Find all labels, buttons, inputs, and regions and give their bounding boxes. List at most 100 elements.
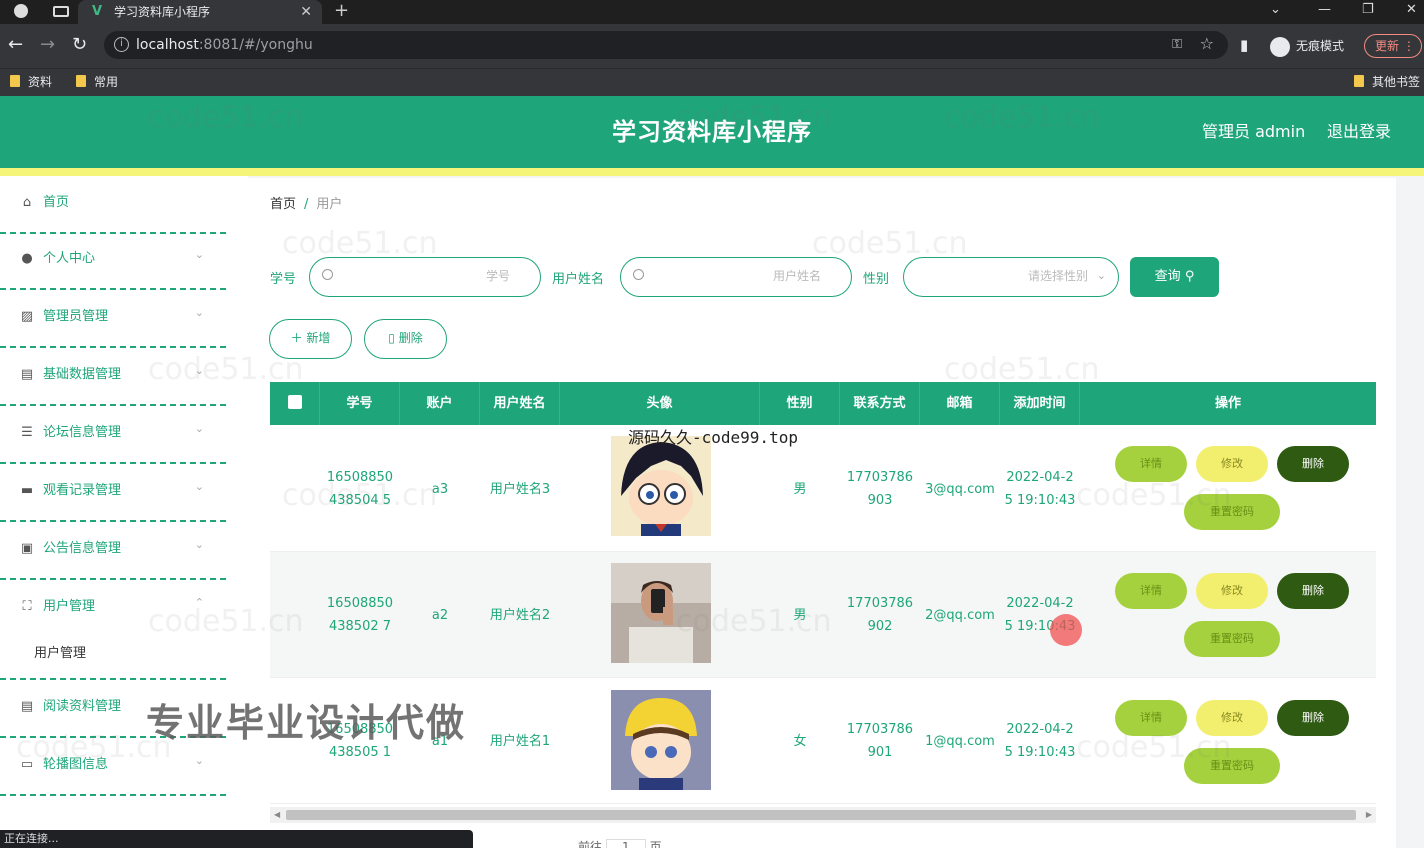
user-icon: ● xyxy=(21,251,33,266)
back-icon[interactable]: ← xyxy=(8,34,23,56)
incognito-indicator[interactable]: 无痕模式 xyxy=(1270,32,1344,60)
briefcase-icon: ▬ xyxy=(20,483,34,498)
update-label: 更新 xyxy=(1375,39,1400,53)
column-header: 学号 xyxy=(320,382,400,425)
page-input[interactable]: 1 xyxy=(605,839,646,848)
breadcrumb-separator: / xyxy=(304,197,309,212)
detail-button[interactable]: 详情 xyxy=(1115,700,1187,736)
reset-password-button[interactable]: 重置密码 xyxy=(1184,621,1280,657)
browser-tabbar: V 学习资料库小程序 ✕ + ⌄ — ❐ ✕ xyxy=(0,0,1424,24)
breadcrumb: 首页 / 用户 xyxy=(270,193,342,212)
cell-email: 3@qq.com xyxy=(925,481,995,497)
browser-tab[interactable]: V 学习资料库小程序 ✕ xyxy=(78,0,322,24)
app-header: 学习资料库小程序 管理员 admin 退出登录 xyxy=(0,96,1424,176)
cell-name: 用户姓名2 xyxy=(489,607,551,623)
password-key-icon[interactable]: ⚿ xyxy=(1172,37,1182,52)
new-tab-icon[interactable]: + xyxy=(334,0,349,22)
edit-button[interactable]: 修改 xyxy=(1196,446,1268,482)
clipboard-icon: ▣ xyxy=(20,541,34,556)
logout-link[interactable]: 退出登录 xyxy=(1327,96,1391,168)
scrollbar-thumb[interactable] xyxy=(286,810,1356,820)
delete-button[interactable]: 删除 xyxy=(1277,700,1349,736)
delete-button[interactable]: 删除 xyxy=(1277,446,1349,482)
detail-button[interactable]: 详情 xyxy=(1115,573,1187,609)
sidebar-item-label: 用户管理 xyxy=(43,599,96,614)
sidebar-item-home[interactable]: ⌂ 首页 xyxy=(0,176,226,234)
breadcrumb-home[interactable]: 首页 xyxy=(270,197,296,212)
bookmark-star-icon[interactable]: ☆ xyxy=(1200,34,1214,53)
tab-close-icon[interactable]: ✕ xyxy=(300,0,312,24)
sidebar-item-base-data[interactable]: ▤ 基础数据管理 ⌄ xyxy=(0,348,226,406)
horizontal-scrollbar[interactable]: ◀ ▶ xyxy=(270,807,1376,823)
sidebar-item-notices[interactable]: ▣ 公告信息管理 ⌄ xyxy=(0,522,226,580)
avatar xyxy=(611,436,711,536)
minimize-icon[interactable]: — xyxy=(1318,0,1331,20)
bookmark-folder[interactable]: 常用 xyxy=(76,69,118,95)
site-info-icon[interactable]: i xyxy=(114,37,129,52)
column-header: 账户 xyxy=(400,382,480,425)
scroll-left-icon[interactable]: ◀ xyxy=(274,807,280,823)
sidebar-item-users[interactable]: ⛶ 用户管理 ⌃ xyxy=(0,580,226,680)
scroll-right-icon[interactable]: ▶ xyxy=(1366,807,1372,823)
folder-icon xyxy=(76,75,86,87)
browser-menu-icon[interactable] xyxy=(14,4,28,18)
admin-label: 管理员 admin xyxy=(1202,122,1306,141)
frame-icon: ⛶ xyxy=(22,599,32,614)
column-header: 添加时间 xyxy=(1000,382,1080,425)
reload-icon[interactable]: ↻ xyxy=(72,34,87,56)
sidebar-toggle-icon[interactable]: ▮ xyxy=(1240,34,1248,56)
window-close-icon[interactable]: ✕ xyxy=(1406,0,1417,20)
select-all-checkbox[interactable] xyxy=(270,382,320,425)
sidebar-item-admins[interactable]: ▨ 管理员管理 ⌄ xyxy=(0,290,226,348)
sidebar-item-forum[interactable]: ☰ 论坛信息管理 ⌄ xyxy=(0,406,226,464)
gender-placeholder: 请选择性别 xyxy=(1027,269,1088,283)
bookmark-label: 资料 xyxy=(28,75,53,89)
cell-phone: 17703786903 xyxy=(846,470,914,508)
cell-time: 2022-04-25 19:10:43 xyxy=(1004,470,1076,508)
student-id-label: 学号 xyxy=(270,272,297,287)
cell-student-id: 16508850438502 7 xyxy=(326,596,394,634)
chart-icon: ▨ xyxy=(20,309,34,324)
checkbox-icon xyxy=(287,395,302,409)
batch-delete-button[interactable]: ▯ 删除 xyxy=(364,319,447,359)
tab-search-icon[interactable]: ⌄ xyxy=(1270,0,1281,20)
tab-overview-icon[interactable] xyxy=(53,6,69,17)
chevron-down-icon: ⌄ xyxy=(194,364,204,377)
forward-icon[interactable]: → xyxy=(40,34,55,56)
url-field[interactable]: i localhost:8081/#/yonghu ⚿ ☆ xyxy=(104,31,1228,59)
document-icon: ▤ xyxy=(20,699,34,714)
detail-button[interactable]: 详情 xyxy=(1115,446,1187,482)
bookmark-label: 常用 xyxy=(94,75,119,89)
student-id-placeholder: 学号 xyxy=(485,269,510,283)
gender-select[interactable]: 请选择性别 ⌄ xyxy=(903,257,1119,297)
bookmarks-bar: 资料 常用 其他书签 xyxy=(0,68,1424,96)
avatar xyxy=(611,690,711,790)
edit-button[interactable]: 修改 xyxy=(1196,573,1268,609)
name-placeholder: 用户姓名 xyxy=(772,269,821,283)
sidebar-item-label: 观看记录管理 xyxy=(43,483,122,498)
cursor-highlight xyxy=(1050,614,1082,646)
sidebar-item-profile[interactable]: ● 个人中心 ⌄ xyxy=(0,232,226,290)
query-label: 查询 xyxy=(1154,269,1181,284)
other-bookmarks[interactable]: 其他书签 xyxy=(1354,69,1420,95)
query-button[interactable]: 查询 ⚲ xyxy=(1130,257,1219,297)
reset-password-button[interactable]: 重置密码 xyxy=(1184,494,1280,530)
chevron-down-icon: ⌄ xyxy=(194,480,204,493)
delete-button[interactable]: 删除 xyxy=(1277,573,1349,609)
name-input[interactable]: 用户姓名 xyxy=(620,257,852,297)
sidebar-item-watch-records[interactable]: ▬ 观看记录管理 ⌄ xyxy=(0,464,226,522)
bookmark-folder[interactable]: 资料 xyxy=(10,69,52,95)
restore-icon[interactable]: ❐ xyxy=(1362,0,1374,20)
cell-name: 用户姓名1 xyxy=(489,733,551,749)
search-icon: ⚲ xyxy=(1184,269,1195,284)
pager-suffix: 页 xyxy=(649,840,662,848)
update-button[interactable]: 更新 ⋮ xyxy=(1364,34,1422,58)
cell-email: 2@qq.com xyxy=(925,607,995,623)
sidebar-subitem-user-management[interactable]: 用户管理 xyxy=(34,642,86,661)
cell-name: 用户姓名3 xyxy=(489,481,551,497)
edit-button[interactable]: 修改 xyxy=(1196,700,1268,736)
student-id-input[interactable]: 学号 xyxy=(309,257,541,297)
reset-password-button[interactable]: 重置密码 xyxy=(1184,748,1280,784)
chevron-up-icon: ⌃ xyxy=(194,596,204,609)
add-button[interactable]: ＋ 新增 xyxy=(269,319,352,359)
